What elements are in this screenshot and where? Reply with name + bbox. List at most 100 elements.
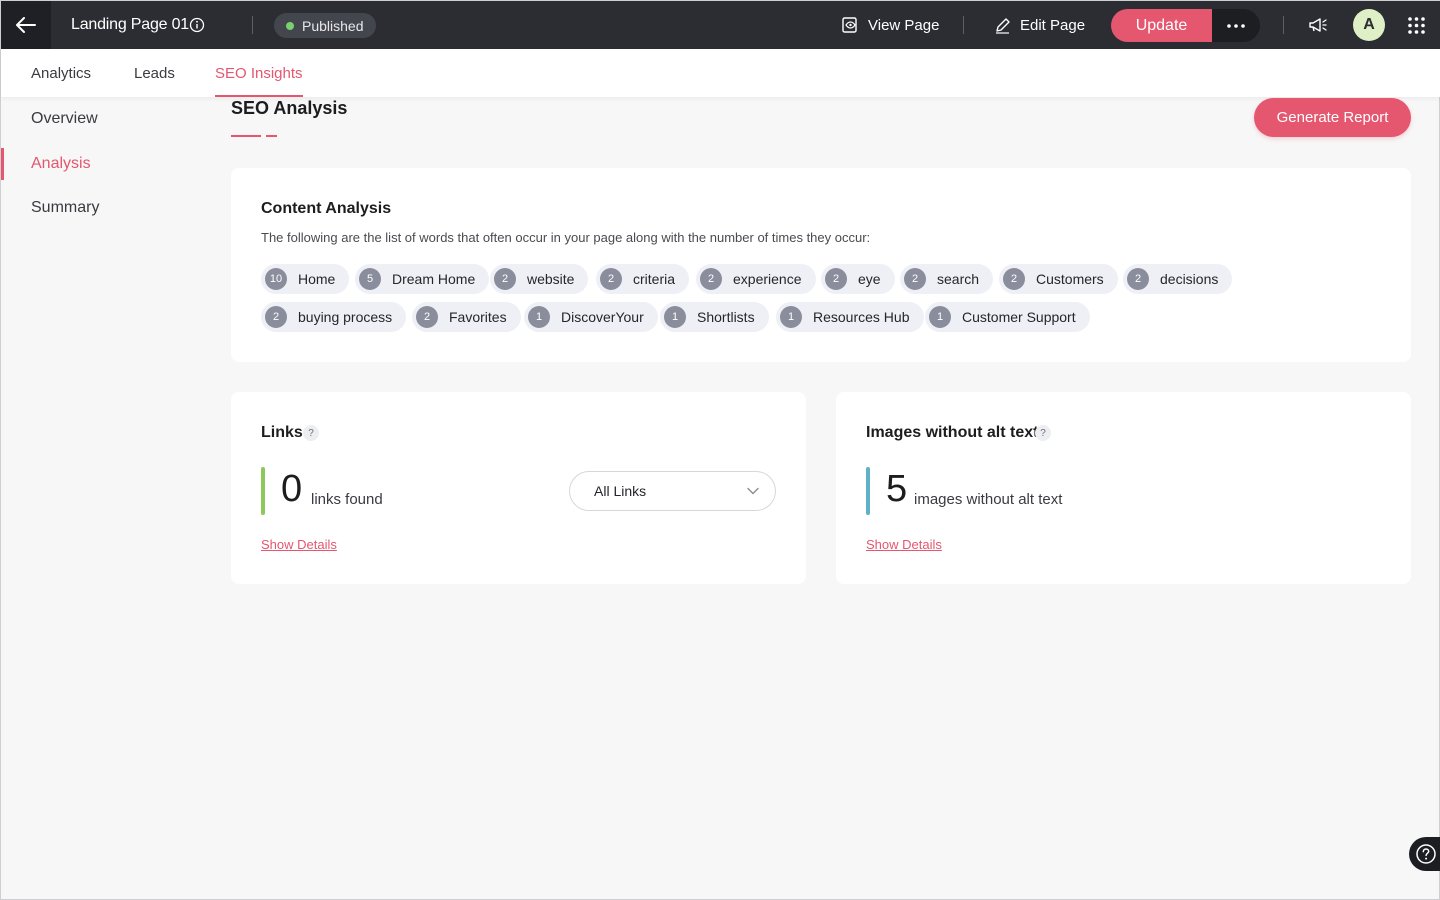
app-grid-icon[interactable] bbox=[1408, 17, 1425, 34]
keyword-chip: 2 Customers bbox=[999, 264, 1118, 294]
keyword-word: search bbox=[937, 271, 980, 287]
keyword-word: DiscoverYour bbox=[561, 309, 644, 325]
edit-page-button[interactable]: Edit Page bbox=[994, 1, 1085, 49]
images-title: Images without alt text bbox=[866, 424, 1039, 441]
pencil-icon bbox=[996, 17, 1010, 34]
divider bbox=[963, 16, 964, 34]
images-count: 5 bbox=[886, 468, 908, 510]
keyword-word: eye bbox=[858, 271, 881, 287]
links-count: 0 bbox=[281, 468, 303, 510]
keyword-chip: 2 eye bbox=[821, 264, 895, 294]
sidebar-item-analysis[interactable]: Analysis bbox=[1, 144, 201, 184]
title-underline bbox=[231, 135, 277, 137]
keyword-chip: 2 Favorites bbox=[412, 302, 521, 332]
keyword-word: experience bbox=[733, 271, 802, 287]
update-button[interactable]: Update bbox=[1111, 9, 1212, 42]
sidebar-item-overview[interactable]: Overview bbox=[1, 99, 201, 139]
keyword-chip: 2 website bbox=[490, 264, 589, 294]
keyword-chip: 10 Home bbox=[261, 264, 350, 294]
links-filter-value: All Links bbox=[594, 483, 647, 499]
keyword-word: Customer Support bbox=[962, 309, 1076, 325]
keyword-word: website bbox=[527, 271, 575, 287]
keyword-count: 2 bbox=[700, 268, 722, 290]
keyword-count: 2 bbox=[1003, 268, 1025, 290]
tab-leads[interactable]: Leads bbox=[134, 49, 175, 97]
images-label: images without alt text bbox=[914, 491, 1063, 508]
status-dot bbox=[286, 21, 294, 30]
content-analysis-card: Content Analysis The following are the l… bbox=[231, 168, 1411, 362]
keyword-word: Favorites bbox=[449, 309, 507, 325]
keyword-chip: 2 experience bbox=[696, 264, 816, 294]
keyword-count: 2 bbox=[904, 268, 926, 290]
keyword-chip: 2 buying process bbox=[261, 302, 407, 332]
keyword-count: 10 bbox=[265, 268, 287, 290]
keyword-word: buying process bbox=[298, 309, 393, 325]
edit-page-label: Edit Page bbox=[1020, 16, 1086, 34]
keyword-chip: 1 Resources Hub bbox=[776, 302, 924, 332]
divider bbox=[252, 16, 253, 34]
images-indicator-bar bbox=[866, 467, 870, 515]
chevron-down-icon bbox=[747, 487, 759, 495]
avatar[interactable]: A bbox=[1353, 9, 1385, 41]
arrow-left-icon bbox=[16, 17, 36, 33]
page-title: SEO Analysis bbox=[231, 98, 348, 118]
generate-report-button[interactable]: Generate Report bbox=[1254, 98, 1411, 137]
links-title: Links bbox=[261, 424, 303, 441]
keyword-count: 2 bbox=[1127, 268, 1149, 290]
links-label: links found bbox=[311, 491, 383, 508]
more-options-button[interactable] bbox=[1212, 9, 1260, 42]
keyword-word: decisions bbox=[1160, 271, 1219, 287]
view-page-label: View Page bbox=[868, 16, 940, 34]
status-badge: Published bbox=[274, 13, 376, 38]
keyword-chip: 5 Dream Home bbox=[355, 264, 490, 294]
keyword-count: 2 bbox=[825, 268, 847, 290]
keyword-count: 2 bbox=[265, 306, 287, 328]
keyword-word: Customers bbox=[1036, 271, 1104, 287]
keyword-count: 5 bbox=[359, 268, 381, 290]
help-icon[interactable]: ? bbox=[1035, 425, 1051, 441]
keyword-count: 1 bbox=[528, 306, 550, 328]
keyword-chip: 1 DiscoverYour bbox=[524, 302, 658, 332]
sidebar-item-summary[interactable]: Summary bbox=[1, 188, 201, 228]
help-button[interactable] bbox=[1409, 837, 1440, 871]
keyword-count: 1 bbox=[664, 306, 686, 328]
view-page-icon bbox=[842, 17, 857, 33]
keyword-chip: 1 Customer Support bbox=[925, 302, 1090, 332]
keyword-word: Shortlists bbox=[697, 309, 755, 325]
keyword-count: 1 bbox=[780, 306, 802, 328]
keyword-chip: 1 Shortlists bbox=[660, 302, 769, 332]
back-button[interactable] bbox=[1, 1, 51, 49]
images-show-details-link[interactable]: Show Details bbox=[866, 537, 942, 552]
more-horizontal-icon bbox=[1227, 23, 1245, 28]
keyword-word: Home bbox=[298, 271, 336, 287]
content-analysis-description: The following are the list of words that… bbox=[261, 230, 871, 245]
megaphone-icon[interactable] bbox=[1307, 14, 1329, 36]
links-filter-select[interactable]: All Links bbox=[569, 471, 776, 511]
links-indicator-bar bbox=[261, 467, 265, 515]
keyword-word: criteria bbox=[633, 271, 676, 287]
keyword-word: Resources Hub bbox=[813, 309, 910, 325]
info-icon[interactable] bbox=[189, 17, 205, 33]
divider bbox=[1283, 16, 1284, 34]
keyword-count: 2 bbox=[416, 306, 438, 328]
keyword-chip: 2 decisions bbox=[1123, 264, 1233, 294]
keyword-word: Dream Home bbox=[392, 271, 476, 287]
tab-bar: Analytics Leads SEO Insights bbox=[1, 49, 1440, 97]
keyword-count: 1 bbox=[929, 306, 951, 328]
keyword-count: 2 bbox=[494, 268, 516, 290]
question-circle-icon bbox=[1416, 844, 1436, 864]
page-name: Landing Page 01 bbox=[71, 16, 190, 33]
status-label: Published bbox=[302, 17, 364, 34]
images-card: Images without alt text ? 5 images witho… bbox=[836, 392, 1411, 584]
view-page-button[interactable]: View Page bbox=[841, 1, 939, 49]
keyword-chip: 2 criteria bbox=[596, 264, 690, 294]
links-card: Links ? 0 links found All Links Show Det… bbox=[231, 392, 806, 584]
links-show-details-link[interactable]: Show Details bbox=[261, 537, 337, 552]
help-icon[interactable]: ? bbox=[303, 425, 319, 441]
top-bar: Landing Page 01 Published View Page Edit… bbox=[1, 1, 1440, 49]
tab-analytics[interactable]: Analytics bbox=[31, 49, 91, 97]
keyword-count: 2 bbox=[600, 268, 622, 290]
content-analysis-title: Content Analysis bbox=[261, 200, 392, 217]
tab-seo-insights[interactable]: SEO Insights bbox=[215, 49, 303, 97]
keyword-chip: 2 search bbox=[900, 264, 994, 294]
